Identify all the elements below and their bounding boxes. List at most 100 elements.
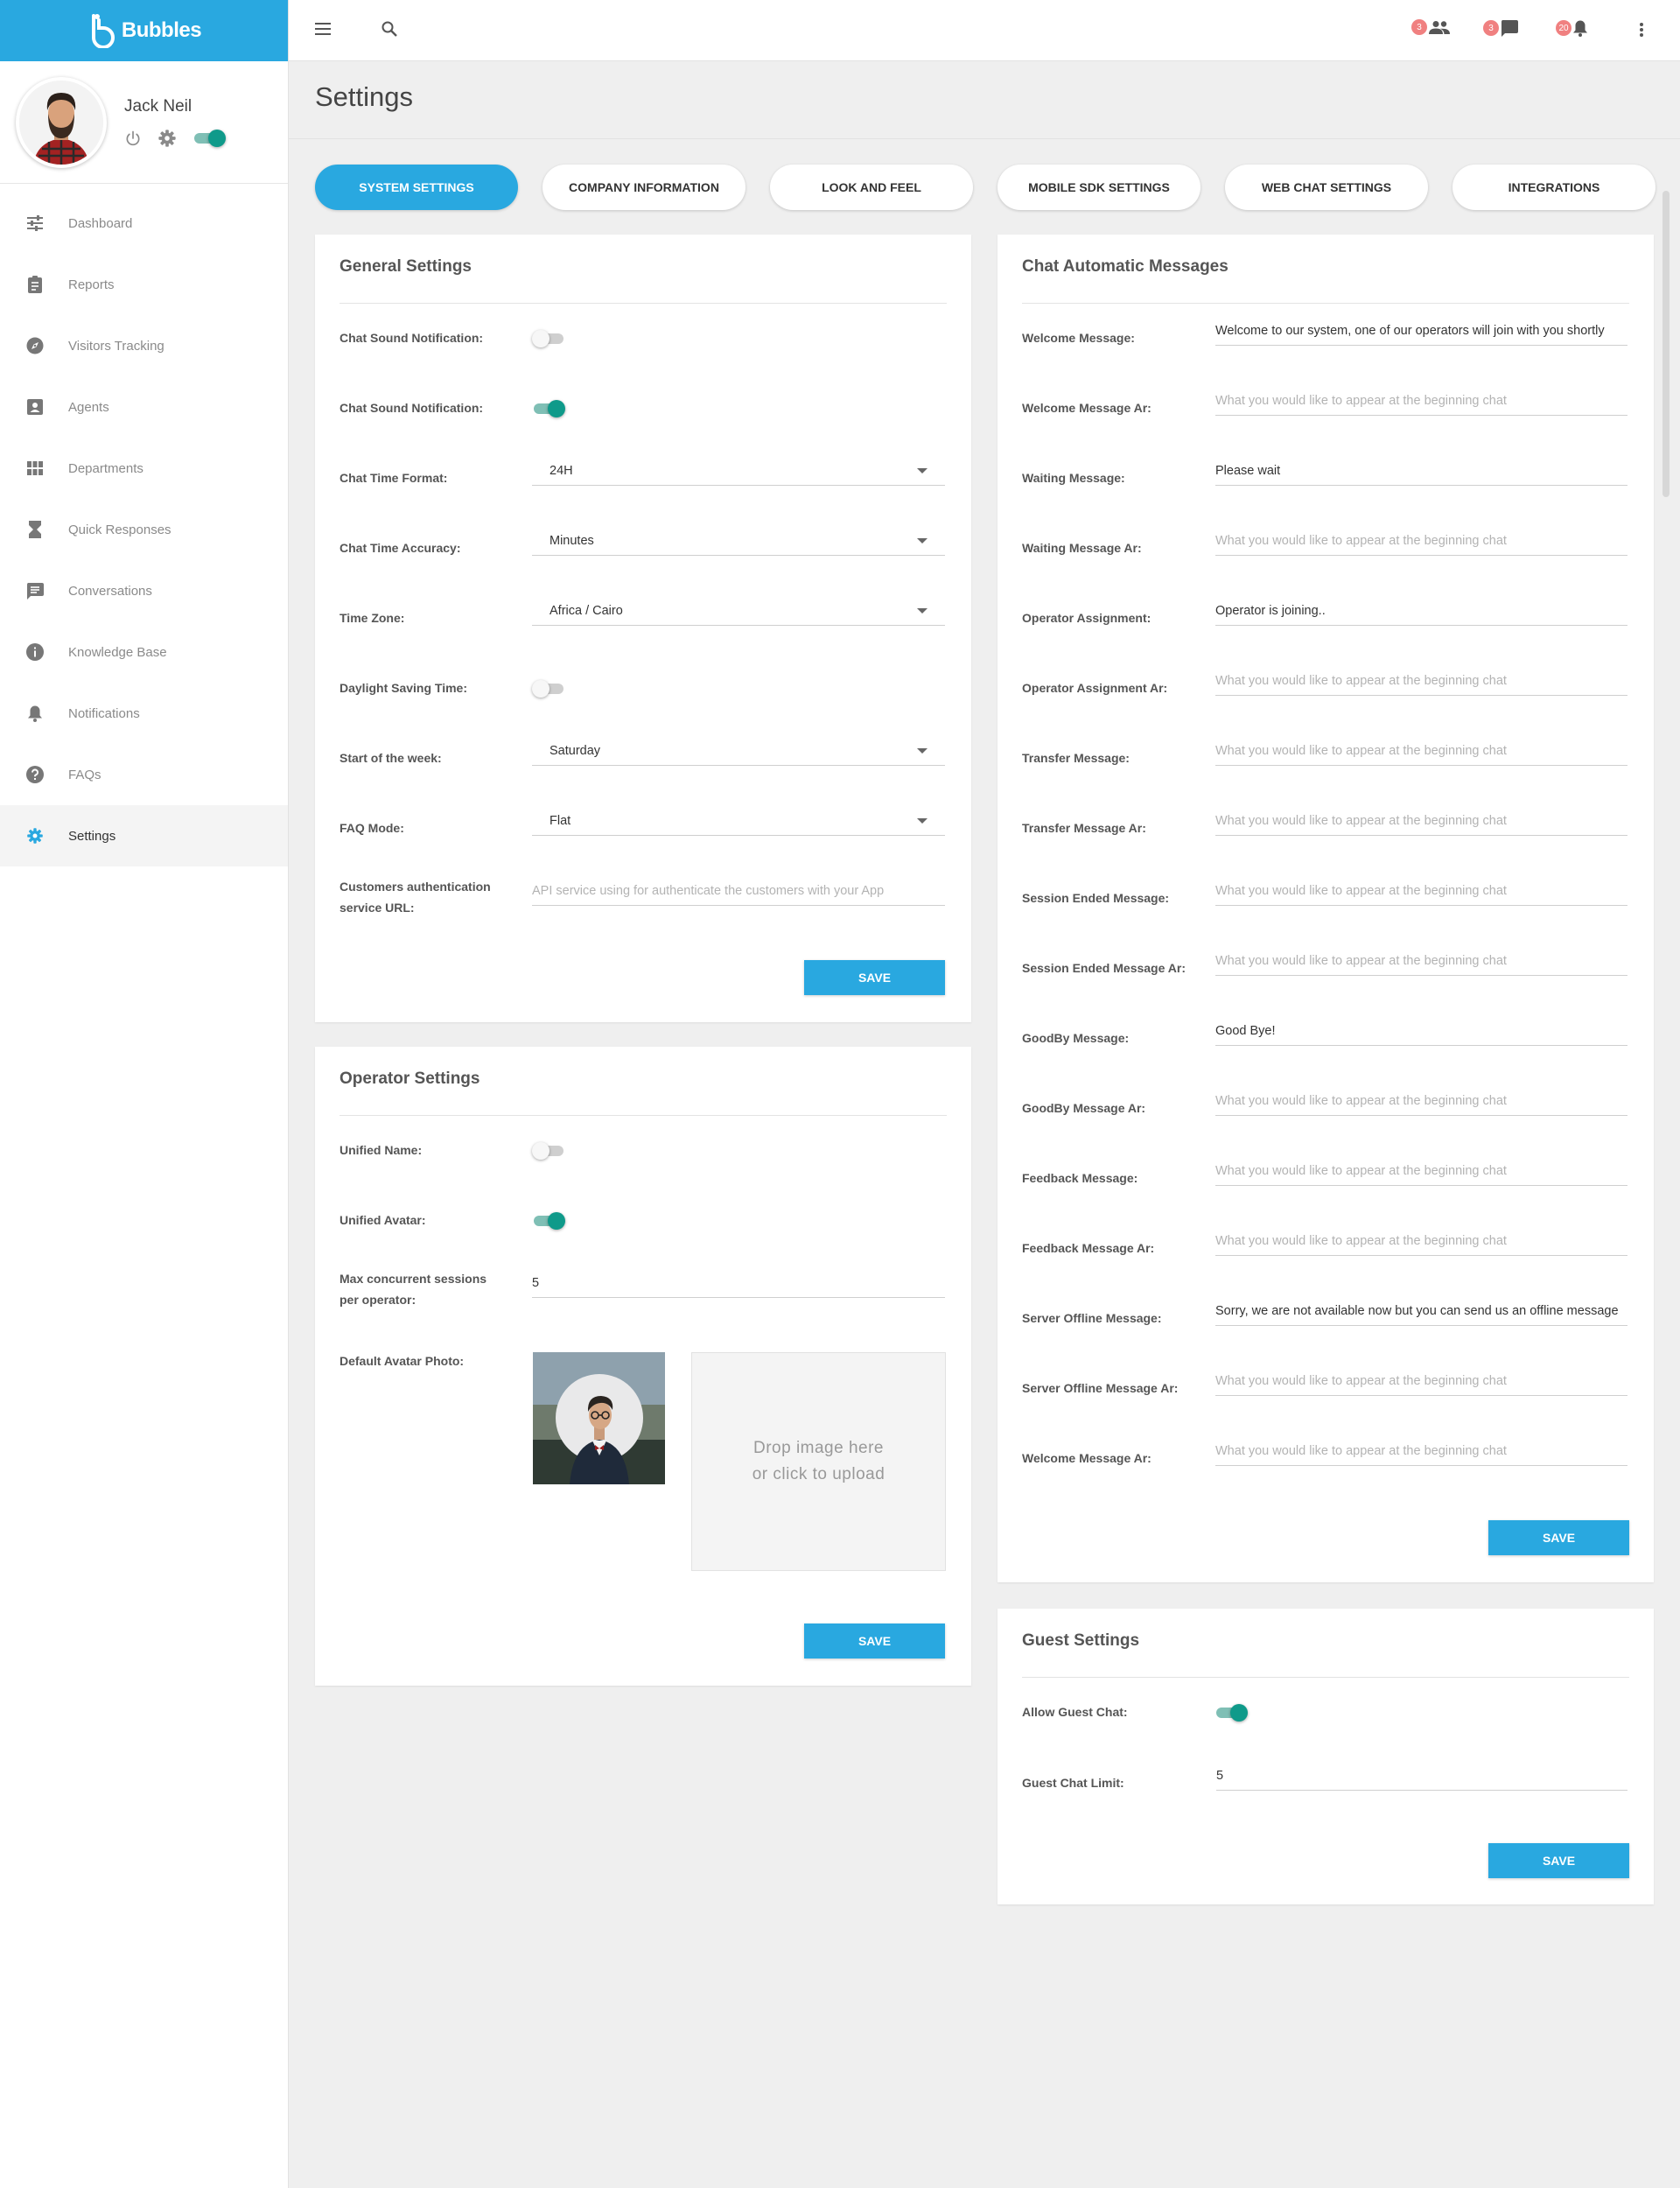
chat-time-format-select[interactable]: 24H xyxy=(532,459,945,486)
message-input[interactable]: What you would like to appear at the beg… xyxy=(1215,1160,1628,1186)
user-avatar[interactable] xyxy=(16,76,107,168)
message-input[interactable]: What you would like to appear at the beg… xyxy=(1215,740,1628,766)
message-input[interactable]: What you would like to appear at the beg… xyxy=(1215,670,1628,696)
user-profile: Jack Neil xyxy=(0,61,288,184)
notifications-indicator[interactable]: 20 xyxy=(1556,19,1587,37)
message-input[interactable]: What you would like to appear at the beg… xyxy=(1215,1440,1628,1466)
search-icon[interactable] xyxy=(382,21,397,37)
sidebar-item-faqs[interactable]: FAQs xyxy=(0,744,288,805)
tab-web-chat-settings[interactable]: WEB CHAT SETTINGS xyxy=(1225,165,1428,210)
field-label: Customers authentication xyxy=(340,880,491,894)
image-dropzone[interactable]: Drop image here or click to upload xyxy=(691,1352,946,1571)
field-label: Server Offline Message: xyxy=(1022,1311,1162,1325)
sidebar-item-knowledge-base[interactable]: Knowledge Base xyxy=(0,621,288,683)
tab-system-settings[interactable]: SYSTEM SETTINGS xyxy=(315,165,518,210)
sidebar-item-notifications[interactable]: Notifications xyxy=(0,683,288,744)
sidebar-item-label: Conversations xyxy=(68,583,152,599)
faq-mode-select[interactable]: Flat xyxy=(532,810,945,836)
dropdown-arrow-icon xyxy=(917,538,928,543)
daylight-saving-toggle[interactable] xyxy=(532,679,565,698)
chat-sound-notification-toggle[interactable] xyxy=(532,329,565,347)
customers-auth-url-input[interactable]: API service using for authenticate the c… xyxy=(532,880,945,906)
sidebar-item-quick-responses[interactable]: Quick Responses xyxy=(0,499,288,560)
notifications-badge: 20 xyxy=(1556,20,1572,36)
message-input[interactable]: Operator is joining.. xyxy=(1215,600,1628,626)
field-label: Chat Sound Notification: xyxy=(340,331,484,345)
save-guest-button[interactable]: SAVE xyxy=(1488,1843,1629,1878)
sidebar-item-dashboard[interactable]: Dashboard xyxy=(0,193,288,254)
divider xyxy=(1022,303,1629,304)
field-label: GoodBy Message: xyxy=(1022,1031,1130,1045)
field-label: FAQ Mode: xyxy=(340,821,404,835)
field-label: Welcome Message Ar: xyxy=(1022,1451,1152,1465)
message-input[interactable]: What you would like to appear at the beg… xyxy=(1215,389,1628,416)
sidebar-item-label: Dashboard xyxy=(68,215,133,231)
compass-icon xyxy=(26,337,44,354)
bubbles-logo-icon xyxy=(91,14,115,48)
divider xyxy=(340,303,947,304)
guest-chat-limit-input[interactable]: 5 xyxy=(1216,1764,1628,1791)
max-sessions-input[interactable]: 5 xyxy=(532,1272,945,1298)
message-input[interactable]: What you would like to appear at the beg… xyxy=(1215,880,1628,906)
field-label: Max concurrent sessions xyxy=(340,1272,487,1286)
clipboard-icon xyxy=(26,276,44,293)
menu-icon[interactable] xyxy=(315,23,331,35)
message-input[interactable]: What you would like to appear at the beg… xyxy=(1215,1370,1628,1396)
operator-settings-card: Operator Settings Unified Name: Unified … xyxy=(315,1047,971,1686)
message-input[interactable]: What you would like to appear at the beg… xyxy=(1215,1090,1628,1116)
save-operator-button[interactable]: SAVE xyxy=(804,1623,945,1659)
sidebar-item-reports[interactable]: Reports xyxy=(0,254,288,315)
field-label: Chat Time Accuracy: xyxy=(340,541,461,555)
tab-company-information[interactable]: COMPANY INFORMATION xyxy=(542,165,746,210)
online-status-toggle[interactable] xyxy=(192,129,228,148)
sidebar-nav: Dashboard Reports Visitors Tracking Agen… xyxy=(0,184,288,866)
field-label: Transfer Message Ar: xyxy=(1022,821,1146,835)
message-input[interactable]: Sorry, we are not available now but you … xyxy=(1215,1300,1628,1326)
message-input[interactable]: What you would like to appear at the beg… xyxy=(1215,529,1628,556)
agents-notification[interactable]: 3 xyxy=(1411,19,1450,35)
scrollbar[interactable] xyxy=(1662,191,1670,497)
allow-guest-chat-toggle[interactable] xyxy=(1214,1703,1248,1722)
tab-mobile-sdk-settings[interactable]: MOBILE SDK SETTINGS xyxy=(998,165,1200,210)
start-of-week-select[interactable]: Saturday xyxy=(532,740,945,766)
tab-integrations[interactable]: INTEGRATIONS xyxy=(1452,165,1656,210)
field-label: Operator Assignment: xyxy=(1022,611,1152,625)
card-title: Guest Settings xyxy=(1022,1631,1140,1650)
field-label: Chat Time Format: xyxy=(340,471,448,485)
field-label: Welcome Message: xyxy=(1022,331,1135,345)
sidebar-item-conversations[interactable]: Conversations xyxy=(0,560,288,621)
select-value: Africa / Cairo xyxy=(550,604,623,618)
guest-settings-card: Guest Settings Allow Guest Chat: Guest C… xyxy=(998,1609,1654,1904)
logo[interactable]: Bubbles xyxy=(0,0,288,61)
chat-sound-notification-toggle-2[interactable] xyxy=(532,399,565,417)
unified-avatar-toggle[interactable] xyxy=(532,1211,565,1230)
unified-name-toggle[interactable] xyxy=(532,1141,565,1160)
field-label: Unified Avatar: xyxy=(340,1213,426,1227)
chat-time-accuracy-select[interactable]: Minutes xyxy=(532,529,945,556)
save-messages-button[interactable]: SAVE xyxy=(1488,1520,1629,1555)
save-general-button[interactable]: SAVE xyxy=(804,960,945,995)
sidebar-item-departments[interactable]: Departments xyxy=(0,438,288,499)
message-input[interactable]: Welcome to our system, one of our operat… xyxy=(1215,319,1628,346)
sidebar-item-visitors-tracking[interactable]: Visitors Tracking xyxy=(0,315,288,376)
field-label: Server Offline Message Ar: xyxy=(1022,1381,1179,1395)
sidebar-item-agents[interactable]: Agents xyxy=(0,376,288,438)
chat-automatic-messages-card: Chat Automatic Messages Welcome Message:… xyxy=(998,235,1654,1582)
divider xyxy=(1022,1677,1629,1678)
message-input[interactable]: What you would like to appear at the beg… xyxy=(1215,1230,1628,1256)
dropdown-arrow-icon xyxy=(917,818,928,824)
message-input[interactable]: What you would like to appear at the beg… xyxy=(1215,950,1628,976)
more-vert-icon[interactable] xyxy=(1640,23,1643,37)
message-input[interactable]: Good Bye! xyxy=(1215,1020,1628,1046)
tab-look-and-feel[interactable]: LOOK AND FEEL xyxy=(770,165,973,210)
time-zone-select[interactable]: Africa / Cairo xyxy=(532,600,945,626)
message-input[interactable]: What you would like to appear at the beg… xyxy=(1215,810,1628,836)
bell-icon xyxy=(1573,19,1587,37)
messages-notification[interactable]: 3 xyxy=(1483,19,1518,37)
field-label: Guest Chat Limit: xyxy=(1022,1776,1124,1790)
sidebar-item-settings[interactable]: Settings xyxy=(0,805,288,866)
power-icon[interactable] xyxy=(124,130,142,147)
gear-icon[interactable] xyxy=(158,129,177,148)
grid-icon xyxy=(26,459,44,477)
message-input[interactable]: Please wait xyxy=(1215,459,1628,486)
